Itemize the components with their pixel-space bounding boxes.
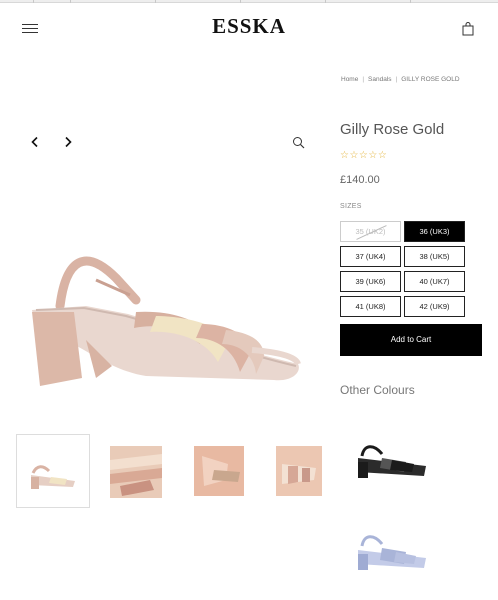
product-price: £140.00	[340, 174, 380, 186]
magnifier-icon[interactable]	[292, 136, 305, 149]
chevron-left-icon[interactable]	[29, 136, 41, 148]
thumbnail-2[interactable]	[102, 434, 176, 508]
breadcrumb-home[interactable]: Home	[341, 76, 358, 83]
size-option-36[interactable]: 36 (UK3)	[404, 221, 465, 242]
breadcrumb-separator: |	[362, 76, 365, 83]
breadcrumb-sandals[interactable]: Sandals	[368, 76, 392, 83]
shopping-bag-icon[interactable]	[462, 22, 474, 36]
size-option-35: 35 (UK2)	[340, 221, 401, 242]
product-title: Gilly Rose Gold	[340, 121, 445, 138]
add-to-cart-button[interactable]: Add to Cart	[340, 324, 482, 356]
colour-swatch-black[interactable]	[352, 440, 432, 484]
breadcrumb: Home | Sandals | GILLY ROSE GOLD	[341, 76, 460, 83]
rating-stars[interactable]: ☆☆☆☆☆	[340, 150, 387, 161]
size-option-39[interactable]: 39 (UK6)	[340, 271, 401, 292]
thumbnail-1[interactable]	[16, 434, 90, 508]
sizes-label: SIZES	[340, 203, 362, 210]
thumbnail-4[interactable]	[266, 434, 340, 508]
size-option-38[interactable]: 38 (UK5)	[404, 246, 465, 267]
main-product-image	[32, 256, 301, 386]
size-option-37[interactable]: 37 (UK4)	[340, 246, 401, 267]
browser-top-strip	[0, 0, 498, 3]
size-option-42[interactable]: 42 (UK9)	[404, 296, 465, 317]
colour-swatch-lilac[interactable]	[352, 532, 432, 576]
breadcrumb-current: GILLY ROSE GOLD	[401, 76, 460, 83]
size-option-40[interactable]: 40 (UK7)	[404, 271, 465, 292]
chevron-right-icon[interactable]	[62, 136, 74, 148]
other-colours-heading: Other Colours	[340, 383, 415, 397]
size-option-41[interactable]: 41 (UK8)	[340, 296, 401, 317]
thumbnail-3[interactable]	[184, 434, 258, 508]
brand-logo[interactable]: ESSKA	[0, 14, 498, 39]
breadcrumb-separator: |	[395, 76, 398, 83]
